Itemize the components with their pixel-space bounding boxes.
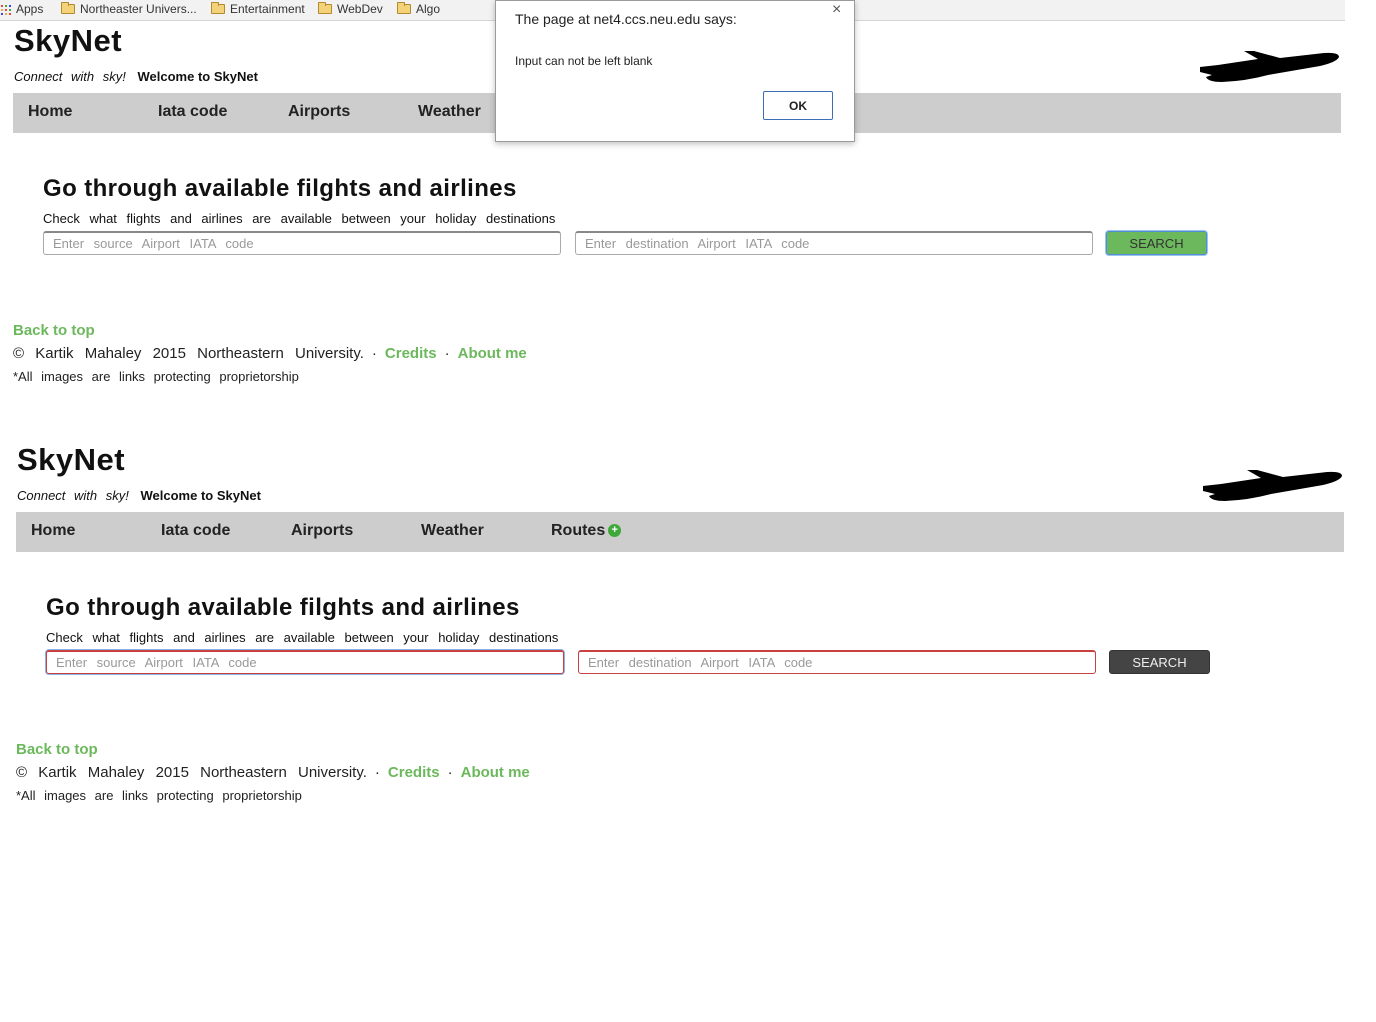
- footnote: *All images are links protecting proprie…: [16, 788, 302, 803]
- nav-airports[interactable]: Airports: [291, 522, 353, 540]
- ok-button[interactable]: OK: [763, 91, 833, 120]
- tagline-row: Connect with sky! Welcome to SkyNet: [17, 488, 261, 503]
- airplane-icon: [1203, 470, 1342, 501]
- bookmark-folder-algo[interactable]: Algo: [397, 1, 440, 17]
- bookmark-label: Entertainment: [230, 1, 305, 16]
- copyright-text: © Kartik Mahaley 2015 Northeastern Unive…: [16, 764, 367, 781]
- search-button[interactable]: SEARCH: [1109, 650, 1210, 674]
- bookmark-label: Northeaster Univers...: [80, 1, 197, 16]
- nav-routes-label: Routes: [551, 522, 606, 539]
- folder-icon: [397, 2, 411, 14]
- tagline: Connect with sky!: [17, 488, 129, 503]
- dialog-message: Input can not be left blank: [515, 54, 653, 68]
- back-to-top-link[interactable]: Back to top: [16, 741, 98, 758]
- page-heading: Go through available filghts and airline…: [46, 594, 520, 621]
- welcome-text: Welcome to SkyNet: [140, 488, 261, 503]
- credits-link[interactable]: Credits: [385, 345, 437, 362]
- separator-dot: ·: [447, 764, 453, 781]
- tagline: Connect with sky!: [14, 69, 126, 84]
- source-iata-input[interactable]: [43, 231, 561, 255]
- tagline-row: Connect with sky! Welcome to SkyNet: [14, 69, 258, 84]
- folder-icon: [211, 2, 225, 14]
- page-subtitle: Check what flights and airlines are avai…: [46, 630, 559, 645]
- nav-routes[interactable]: Routes+: [551, 522, 622, 540]
- site-logo[interactable]: SkyNet: [14, 23, 122, 59]
- nav-home[interactable]: Home: [31, 522, 75, 540]
- back-to-top-link[interactable]: Back to top: [13, 322, 95, 339]
- about-me-link[interactable]: About me: [458, 345, 527, 362]
- nav-weather[interactable]: Weather: [421, 522, 484, 540]
- dialog-title: The page at net4.ccs.neu.edu says:: [515, 11, 737, 27]
- welcome-text: Welcome to SkyNet: [137, 69, 258, 84]
- nav-weather[interactable]: Weather: [418, 103, 481, 121]
- footer-copyright-row: © Kartik Mahaley 2015 Northeastern Unive…: [13, 345, 527, 362]
- folder-icon: [61, 2, 75, 14]
- nav-home[interactable]: Home: [28, 103, 72, 121]
- nav-airports[interactable]: Airports: [288, 103, 350, 121]
- nav-iata-code[interactable]: Iata code: [161, 522, 230, 540]
- airplane-icon: [1200, 51, 1339, 82]
- separator-dot: ·: [371, 345, 377, 362]
- bookmark-label: Algo: [416, 1, 441, 16]
- folder-icon: [318, 2, 332, 14]
- apps-grid-icon: [1, 4, 11, 15]
- alert-dialog: The page at net4.ccs.neu.edu says: × Inp…: [495, 0, 855, 142]
- bookmark-label: Apps: [16, 1, 44, 16]
- footer-copyright-row: © Kartik Mahaley 2015 Northeastern Unive…: [16, 764, 530, 781]
- bookmark-folder-entertainment[interactable]: Entertainment: [211, 1, 305, 17]
- bookmark-label: WebDev: [337, 1, 383, 16]
- credits-link[interactable]: Credits: [388, 764, 440, 781]
- nav-iata-code[interactable]: Iata code: [158, 103, 227, 121]
- page-subtitle: Check what flights and airlines are avai…: [43, 211, 556, 226]
- destination-iata-input[interactable]: [578, 650, 1096, 674]
- separator-dot: ·: [374, 764, 380, 781]
- close-icon[interactable]: ×: [832, 1, 841, 19]
- footnote: *All images are links protecting proprie…: [13, 369, 299, 384]
- source-iata-input[interactable]: [46, 650, 564, 674]
- search-button[interactable]: SEARCH: [1106, 231, 1207, 255]
- copyright-text: © Kartik Mahaley 2015 Northeastern Unive…: [13, 345, 364, 362]
- bookmark-folder-northeastern[interactable]: Northeaster Univers...: [61, 1, 197, 17]
- destination-iata-input[interactable]: [575, 231, 1093, 255]
- bookmark-apps[interactable]: Apps: [1, 1, 43, 17]
- main-nav: Home Iata code Airports Weather Routes+: [16, 512, 1344, 552]
- site-logo[interactable]: SkyNet: [17, 442, 125, 478]
- expand-plus-icon: +: [608, 524, 622, 537]
- separator-dot: ·: [444, 345, 450, 362]
- about-me-link[interactable]: About me: [461, 764, 530, 781]
- page-view-bottom: SkyNet Connect with sky! Welcome to SkyN…: [3, 440, 1376, 840]
- bookmark-folder-webdev[interactable]: WebDev: [318, 1, 383, 17]
- page-heading: Go through available filghts and airline…: [43, 175, 517, 202]
